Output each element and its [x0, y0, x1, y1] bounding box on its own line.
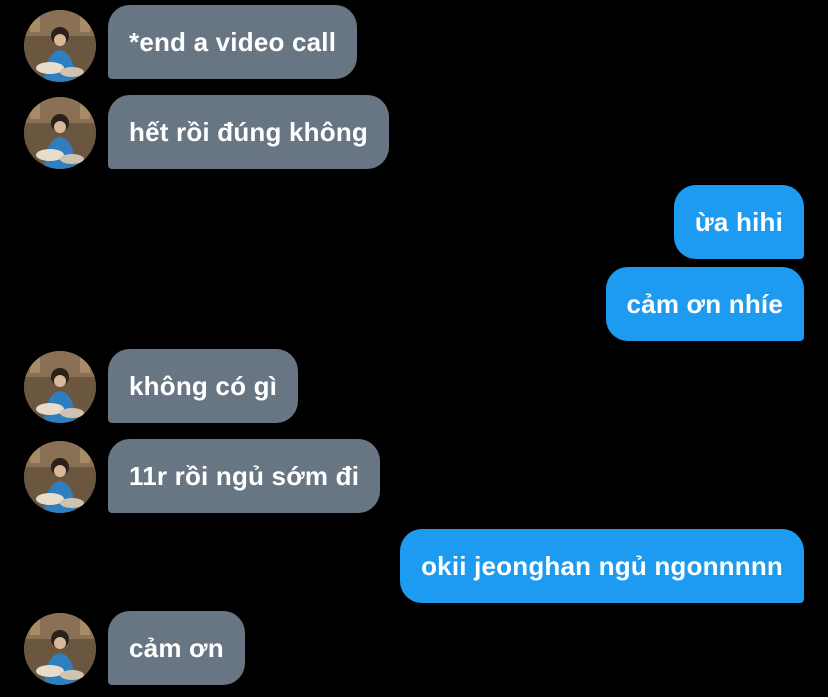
incoming-message-bubble[interactable]: *end a video call [108, 5, 358, 79]
contact-avatar[interactable] [24, 10, 96, 82]
message-text: ừa hihi [694, 206, 783, 237]
incoming-message-bubble[interactable]: 11r rồi ngủ sớm đi [108, 439, 381, 513]
avatar-photo-icon [24, 10, 96, 82]
message-text: hết rồi đúng không [129, 116, 369, 147]
outgoing-message-bubble[interactable]: okii jeonghan ngủ ngonnnnn [400, 529, 804, 603]
message-text: 11r rồi ngủ sớm đi [129, 460, 360, 491]
outgoing-message-bubble[interactable]: ừa hihi [673, 185, 804, 259]
contact-avatar[interactable] [24, 613, 96, 685]
incoming-message-bubble[interactable]: không có gì [108, 349, 299, 423]
avatar-photo-icon [24, 351, 96, 423]
message-text: okii jeonghan ngủ ngonnnnn [421, 550, 783, 581]
message-text: *end a video call [129, 26, 337, 57]
message-text: cảm ơn [129, 632, 224, 663]
avatar-photo-icon [24, 441, 96, 513]
contact-avatar[interactable] [24, 351, 96, 423]
outgoing-message-bubble[interactable]: cảm ơn nhíe [605, 267, 804, 341]
message-text: cảm ơn nhíe [626, 288, 783, 319]
incoming-message-bubble[interactable]: hết rồi đúng không [108, 95, 390, 169]
avatar-photo-icon [24, 97, 96, 169]
contact-avatar[interactable] [24, 441, 96, 513]
incoming-message-bubble[interactable]: cảm ơn [108, 611, 245, 685]
contact-avatar[interactable] [24, 97, 96, 169]
chat-screen: { "conversation": { "messages": [ { "sen… [0, 0, 828, 697]
avatar-photo-icon [24, 613, 96, 685]
message-text: không có gì [129, 370, 278, 401]
